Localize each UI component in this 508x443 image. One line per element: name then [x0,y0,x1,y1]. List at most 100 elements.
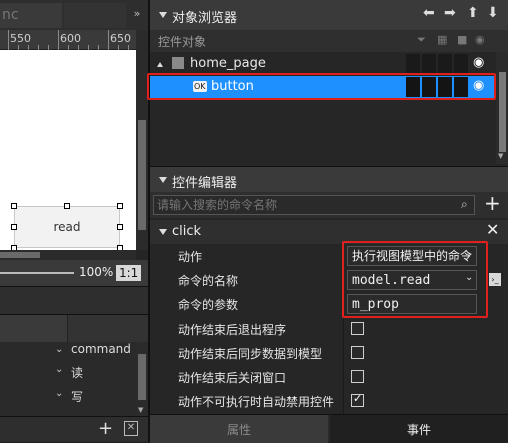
row-label-command-args: 命令的参数 [178,298,239,312]
arrow-down-icon[interactable]: ⬇ [487,5,499,21]
cell-dark [406,54,420,74]
collapse-triangle-icon[interactable] [159,229,167,235]
canvas-button-widget[interactable]: read [14,206,120,248]
zoom-ratio-button[interactable]: 1:1 [116,265,142,281]
ruler-label-550: 550 [10,32,31,45]
left-pane: nc » 550 600 650 read 100% 1:1 ⌄ command… [0,0,148,442]
resize-handle[interactable] [11,224,17,230]
zoom-slider-track[interactable] [0,272,74,274]
tree-item-command[interactable]: ⌄ command [0,342,136,362]
object-browser-header[interactable]: 对象浏览器 ⬅ ➡ ⬆ ⬇ [150,0,508,30]
eye-icon[interactable]: ◉ [475,33,485,46]
close-after-checkbox[interactable] [351,370,364,383]
object-browser-subheader: 控件对象 ⏷ ▦ ■ ◉ [150,30,508,52]
quit-after-checkbox[interactable] [351,322,364,335]
object-tree: home_page ◉ OK button ◉ ▼ [150,52,508,164]
canvas-horizontal-scrollbar[interactable] [0,250,136,260]
left-panel-header [0,286,148,314]
collapse-triangle-icon[interactable] [159,12,167,18]
cell-dark [454,54,468,74]
sync-after-checkbox[interactable] [351,346,364,359]
add-command-icon[interactable]: + [484,191,501,215]
left-bottom-toolbar: + ✕ [0,416,148,442]
document-tab[interactable]: nc [0,3,62,28]
row-label-sync-after: 动作结束后同步数据到模型 [178,347,323,361]
scroll-down-icon[interactable]: ▼ [138,406,143,414]
ruler-label-600: 600 [60,32,81,45]
control-editor-header[interactable]: 控件编辑器 [150,166,508,192]
eye-icon[interactable]: ◉ [473,55,484,70]
arrow-right-icon[interactable]: ➡ [444,5,456,21]
grid-icon[interactable]: ▦ [437,33,447,46]
cell-dark [422,54,436,74]
resize-handle[interactable] [64,203,70,209]
command-search-input[interactable] [153,195,475,215]
editor-bottom-tabs: 属性 事件 [150,414,508,443]
object-tree-scrollbar[interactable] [496,52,508,164]
add-icon[interactable]: + [98,418,113,439]
lock-icon[interactable]: ■ [457,33,467,46]
page-icon [172,57,184,69]
canvas-button-label: read [53,220,81,234]
resize-handle[interactable] [117,203,123,209]
auto-disable-checkbox[interactable]: ✓ [351,392,364,407]
chevron-down-icon: ⌄ [55,388,64,399]
tree-item-read[interactable]: ⌄ 读 [0,362,136,384]
highlight-command-fields [342,241,488,318]
tree-item-label: 写 [71,390,84,404]
left-panel-tab[interactable] [0,315,68,343]
collapse-triangle-icon[interactable] [159,177,167,183]
ruler-label-650: 650 [110,32,131,45]
horizontal-ruler: 550 600 650 [0,30,136,50]
row-label-auto-disable: 动作不可执行时自动禁用控件 [178,395,335,409]
h-scrollbar-thumb[interactable] [0,252,40,258]
cell-dark [438,54,452,74]
scroll-down-icon[interactable]: ▼ [498,152,503,160]
resize-handle[interactable] [117,224,123,230]
zoom-bar: 100% 1:1 [0,260,148,286]
scrollbar-thumb[interactable] [138,120,146,230]
expand-triangle-icon[interactable] [157,62,163,67]
arrow-left-icon[interactable]: ⬅ [423,5,435,21]
tree-item-write[interactable]: ⌄ 写 [0,386,136,408]
search-icon[interactable]: ⌕ [461,197,468,212]
tab-properties[interactable]: 属性 [150,415,328,443]
tab-properties-label: 属性 [226,423,251,437]
object-tree-scrollbar-thumb[interactable] [499,72,506,152]
tree-scrollbar[interactable] [136,342,148,416]
design-canvas[interactable]: read [0,50,136,250]
control-editor-title: 控件编辑器 [172,176,238,191]
tree-node-home-page[interactable]: home_page ◉ [150,53,496,75]
close-icon[interactable]: ✕ [486,220,499,239]
delete-icon[interactable]: ✕ [124,421,138,436]
editor-tab-strip: nc » [0,0,148,30]
double-chevron-down-icon[interactable]: » [130,7,144,20]
chevron-down-icon: ⌄ [55,344,64,355]
zoom-value: 100% [79,265,114,279]
row-label-close-after: 动作结束后关闭窗口 [178,371,287,385]
object-browser-subheader-label: 控件对象 [158,35,207,49]
tree-scrollbar-thumb[interactable] [138,354,146,400]
object-browser-title: 对象浏览器 [172,11,238,26]
row-label-command-name: 命令的名称 [178,274,239,288]
command-tree: ⌄ command ⌄ 读 ⌄ 写 ▼ [0,342,148,416]
left-panel-tabs [0,314,148,343]
chevron-down-icon: ⌄ [55,364,64,375]
filter-icon[interactable]: ⏷ [417,33,426,47]
highlight-selected-node [147,73,496,100]
tree-item-label: 读 [71,366,84,380]
tab-events-label: 事件 [406,423,431,437]
right-pane: 对象浏览器 ⬅ ➡ ⬆ ⬇ 控件对象 ⏷ ▦ ■ ◉ home_page ◉ O… [147,0,508,443]
tab-events[interactable]: 事件 [330,415,508,443]
arrow-up-icon[interactable]: ⬆ [467,5,479,21]
command-search-row: ⌕ + [150,191,508,218]
tab-strip-blank [64,3,126,28]
resize-handle[interactable] [11,203,17,209]
canvas-vertical-scrollbar[interactable] [136,30,148,250]
tree-node-label: home_page [190,56,266,71]
event-name: click [172,224,202,239]
tree-item-label: command [71,342,131,356]
script-icon[interactable]: ›_ [489,273,501,286]
checkmark-icon: ✓ [353,392,363,405]
row-label-quit-after: 动作结束后退出程序 [178,323,287,337]
